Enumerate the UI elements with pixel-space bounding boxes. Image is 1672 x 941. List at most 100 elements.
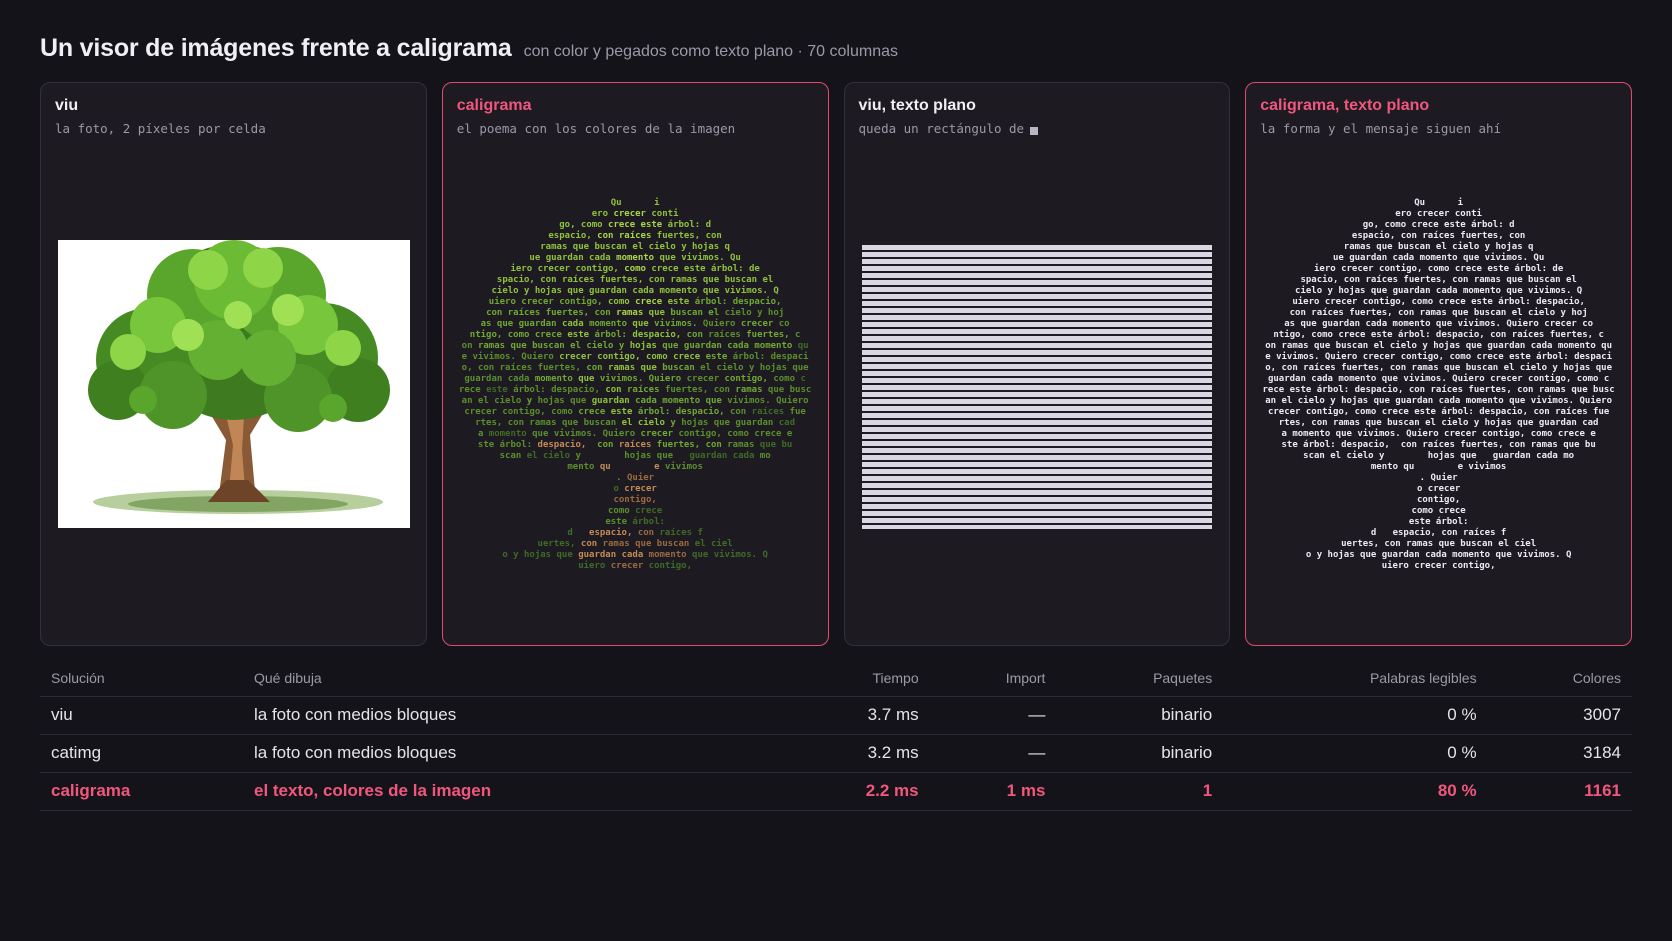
calligram-line: con raíces fuertes, con ramas que buscan… [486,308,785,318]
calligram-plain: Qu i ero crecer conti go, como crece este … [1246,198,1631,572]
calligram-line: on ramas que buscan el cielo y hojas que… [461,341,809,351]
col-header: Solución [40,660,243,697]
calligram-line: go, como crece este árbol: d [559,220,712,230]
panel-title: viu [55,97,79,114]
table-cell: el texto, colores de la imagen [243,772,776,811]
calligram-line: mento qu e vivimos [1370,462,1507,472]
calligram-colored: Qu i ero crecer conti go, como crece este … [443,198,828,572]
calligram-line: ste árbol: despacio, con raíces fuertes,… [477,440,793,450]
calligram-line: an el cielo y hojas que guardan cada mom… [461,396,809,406]
table-cell: 1161 [1487,772,1632,811]
calligram-line: ste árbol: despacio, con raíces fuertes,… [1281,440,1596,450]
table-cell: 0 % [1223,734,1488,773]
calligram-line: ntigo, como crece este árbol: despacio, … [1273,330,1604,340]
calligram-line: cielo y hojas que guardan cada momento q… [1295,286,1583,296]
calligram-line: d espacio, con raíces f [1370,528,1507,538]
col-header: Import [929,660,1057,697]
calligram-line: uiero crecer contigo, [578,561,693,571]
calligram-line: e vivimos. Quiero crecer contigo, como c… [461,352,809,362]
calligram-line: iero crecer contigo, como crece este árb… [1314,264,1564,274]
calligram-line: uertes, con ramas que buscan el ciel [1341,539,1537,549]
calligram-line: rece este árbol: despacio, con raíces fu… [458,385,812,395]
table-cell: 3007 [1487,696,1632,735]
calligram-line: ue guardan cada momento que vivimos. Qu [529,253,741,263]
calligram-line: contigo, [1416,495,1461,505]
page-subtitle: con color y pegados como texto plano · 7… [523,43,898,60]
calligram-line: uiero crecer contigo, [1381,561,1496,571]
calligram-line: an el cielo y hojas que guardan cada mom… [1265,396,1613,406]
table-row: catimg la foto con medios bloques 3.2 ms… [40,734,1632,773]
table-cell: binario [1056,734,1224,773]
calligram-line: ntigo, como crece este árbol: despacio, … [469,330,801,340]
calligram-line: rtes, con ramas que buscan el cielo y ho… [1278,418,1599,428]
calligram-line: ue guardan cada momento que vivimos. Qu [1332,253,1545,263]
panel-desc: la foto, 2 píxeles por celda [55,121,266,136]
calligram-line: mento qu e vivimos [567,462,703,472]
panel-caligrama-plain: caligrama, texto plano la forma y el men… [1245,82,1632,646]
calligram-line: crecer contigo, como crece este árbol: d… [1267,407,1610,417]
calligram-line: o, con raíces fuertes, con ramas que bus… [1265,363,1613,373]
calligram-line: a momento que vivimos. Quiero crecer con… [477,429,793,439]
calligram-line: Qu i [1414,198,1464,208]
table-cell: 3184 [1487,734,1632,773]
table-cell: binario [1056,696,1224,735]
calligram-line: uertes, con ramas que buscan el ciel [537,539,733,549]
calligram-line: ramas que buscan el cielo y hojas q [540,242,730,252]
calligram-line: ramas que buscan el cielo y hojas q [1343,242,1534,252]
panel-title: caligrama [456,97,532,114]
calligram-line: ero crecer conti [591,209,679,219]
calligram-line: o crecer [1416,484,1461,494]
table-cell: catimg [40,734,243,773]
block-square-icon [1030,126,1039,135]
table-cell: la foto con medios bloques [243,734,776,773]
calligram-line: este árbol: [1408,517,1469,527]
tree-image [58,240,410,528]
table-cell: 0 % [1223,696,1488,735]
table-cell: 80 % [1223,772,1488,811]
table-cell: 3.7 ms [775,696,930,735]
table-cell: 3.2 ms [775,734,930,773]
table-row: viu la foto con medios bloques 3.7 ms — … [40,696,1632,735]
table-cell: la foto con medios bloques [243,696,776,735]
panels: viu la foto, 2 píxeles por celda caligra… [40,82,1632,646]
calligram-line: o crecer [613,484,657,494]
panel-title: caligrama, texto plano [1260,97,1430,114]
calligram-line: con raíces fuertes, con ramas que buscan… [1289,308,1588,318]
table-cell: 1 ms [929,772,1057,811]
calligram-line: as que guardan cada momento que vivimos.… [480,319,790,329]
calligram-line: go, como crece este árbol: d [1362,220,1515,230]
calligram-line: spacio, con raíces fuertes, con ramas qu… [1300,275,1577,285]
calligram-line: scan el cielo y hojas que guardan cada m… [499,451,771,461]
calligram-line: rece este árbol: despacio, con raíces fu… [1262,385,1615,395]
col-header: Qué dibuja [243,660,776,697]
calligram-line: como crece [1411,506,1466,516]
calligram-line: como crece [608,506,663,516]
calligram-line: uiero crecer contigo, como crece este ár… [488,297,782,307]
panel-caligrama: caligrama el poema con los colores de la… [441,82,829,646]
calligram-line: guardan cada momento que vivimos. Quiero… [1267,374,1610,384]
page-title: Un visor de imágenes frente a caligrama [40,34,512,62]
table-cell: — [929,696,1057,735]
table-cell: viu [40,696,243,735]
calligram-line: scan el cielo y hojas que guardan cada m… [1303,451,1575,461]
calligram-line: o y hojas que guardan cada momento que v… [502,550,768,560]
calligram-line: on ramas que buscan el cielo y hojas que… [1265,341,1613,351]
panel-viu: viu la foto, 2 píxeles por celda [40,82,427,646]
panel-desc: queda un rectángulo de [859,121,1039,136]
panel-desc-text: queda un rectángulo de [858,121,1025,136]
col-header: Tiempo [775,660,930,697]
panel-desc: el poema con los colores de la imagen [456,121,736,136]
calligram-line: . Quier [1419,473,1458,483]
panel-viu-plain: viu, texto plano queda un rectángulo de [843,82,1231,646]
calligram-line: a momento que vivimos. Quiero crecer con… [1281,429,1596,439]
calligram-line: spacio, con raíces fuertes, con ramas qu… [496,275,774,285]
table-cell: — [929,734,1057,773]
table-header-row: Solución Qué dibuja Tiempo Import Paquet… [40,660,1632,697]
panel-desc: la forma y el mensaje siguen ahí [1260,121,1502,136]
calligram-line: este árbol: [605,517,665,527]
page-header: Un visor de imágenes frente a caligrama … [40,34,898,63]
calligram-line: d espacio, con raíces f [567,528,703,538]
calligram-line: iero crecer contigo, como crece este árb… [510,264,760,274]
calligram-line: guardan cada momento que vivimos. Quiero… [464,374,806,384]
col-header: Colores [1487,660,1632,697]
